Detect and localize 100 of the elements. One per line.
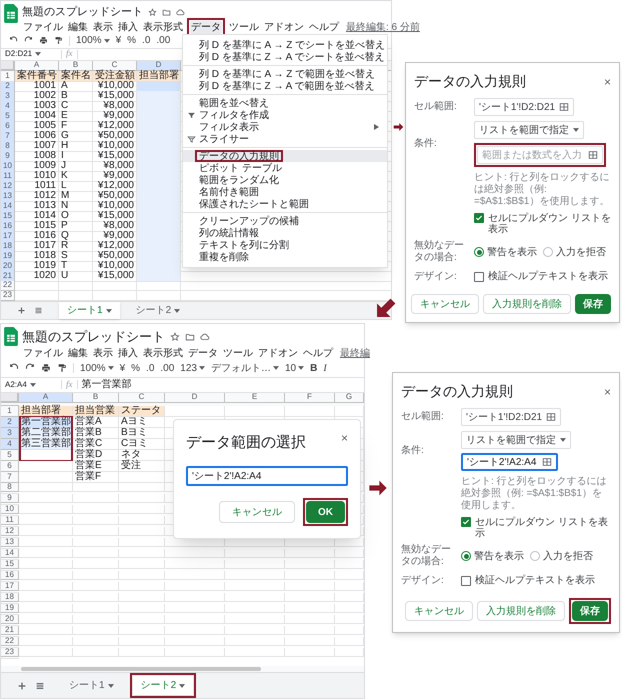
table-cell[interactable]: E (59, 110, 93, 122)
primary-button[interactable]: 保存 (572, 601, 608, 621)
table-cell[interactable] (335, 406, 364, 416)
row-header[interactable]: 22 (1, 280, 15, 290)
checkbox[interactable] (461, 517, 471, 527)
range-field[interactable]: 'シート1'!D2:D21 (461, 408, 562, 426)
folder-icon[interactable] (162, 8, 171, 17)
table-cell[interactable] (335, 636, 364, 646)
sheet-tab[interactable]: シート1 (61, 673, 122, 698)
toolbar-button[interactable]: .0 (146, 360, 154, 376)
row-header[interactable]: 9 (1, 150, 15, 162)
table-cell[interactable] (137, 280, 181, 290)
document-title[interactable]: 無題のスプレッドシート (22, 327, 165, 346)
menu-item[interactable]: 表示 (92, 20, 114, 34)
scrollbar[interactable] (21, 667, 261, 671)
table-cell[interactable] (19, 560, 73, 569)
range-field[interactable]: 'シート1'!D2:D21 (474, 98, 574, 116)
menu-item[interactable]: ピボット テーブル (183, 162, 387, 174)
toolbar-button[interactable]: .00 (160, 360, 174, 376)
table-cell[interactable] (19, 614, 73, 624)
table-cell[interactable] (225, 648, 285, 657)
italic-button[interactable]: I (323, 360, 327, 376)
sheet-tab[interactable]: シート1 (59, 302, 120, 319)
table-cell[interactable]: 1014 (15, 210, 59, 222)
table-cell[interactable] (285, 582, 335, 591)
table-cell[interactable] (19, 460, 73, 472)
table-cell[interactable] (165, 570, 225, 580)
table-cell[interactable] (285, 570, 335, 580)
column-header[interactable]: D (165, 392, 225, 403)
table-cell[interactable] (19, 494, 73, 503)
table-cell[interactable] (73, 560, 119, 569)
cloud-icon[interactable] (176, 8, 185, 17)
table-cell[interactable]: 1020 (15, 270, 59, 282)
close-button[interactable]: × (604, 76, 611, 88)
radio-button[interactable] (474, 247, 484, 257)
grid-icon[interactable] (559, 102, 570, 112)
toolbar-dropdown[interactable]: 100% (76, 33, 110, 48)
table-cell[interactable] (335, 614, 364, 624)
row-header[interactable]: 21 (1, 270, 15, 282)
table-cell[interactable] (285, 560, 335, 569)
table-cell[interactable]: P (59, 220, 93, 232)
last-edit-link[interactable]: 最終編 (340, 346, 370, 360)
table-cell[interactable]: 1010 (15, 170, 59, 182)
cloud-icon[interactable] (200, 332, 210, 342)
checkbox[interactable] (461, 576, 471, 586)
table-cell[interactable] (335, 582, 364, 591)
row-header[interactable]: 18 (1, 240, 15, 252)
row-header[interactable]: 5 (1, 450, 19, 460)
table-cell[interactable] (119, 636, 165, 646)
menu-item[interactable]: スライサー (183, 133, 387, 145)
row-header[interactable]: 14 (1, 200, 15, 212)
table-cell[interactable] (19, 592, 73, 602)
radio-button[interactable] (461, 551, 471, 561)
table-cell[interactable]: 1015 (15, 220, 59, 232)
menu-item[interactable]: 挿入 (117, 346, 139, 360)
table-cell[interactable] (19, 570, 73, 580)
table-cell[interactable] (19, 504, 73, 514)
table-cell[interactable]: 1003 (15, 100, 59, 112)
table-cell[interactable] (335, 604, 364, 613)
table-cell[interactable]: 1004 (15, 110, 59, 122)
table-cell[interactable] (73, 538, 119, 547)
menu-item[interactable]: 表示形式 (142, 346, 184, 360)
grid-icon[interactable] (588, 150, 598, 160)
row-header[interactable]: 1 (1, 406, 19, 416)
bold-button[interactable]: B (310, 360, 318, 376)
table-cell[interactable]: 受注 (119, 460, 165, 472)
select-all-corner[interactable] (1, 60, 15, 70)
table-cell[interactable] (119, 560, 165, 569)
table-cell[interactable]: A (59, 80, 93, 92)
table-cell[interactable]: Cヨミ (119, 438, 165, 450)
sheet-tab[interactable]: シート2 (132, 676, 194, 695)
column-header[interactable]: A (19, 392, 73, 403)
table-cell[interactable] (119, 538, 165, 547)
secondary-button[interactable]: キャンセル (405, 601, 473, 621)
row-header[interactable]: 7 (1, 472, 19, 482)
table-cell[interactable]: 1016 (15, 230, 59, 242)
row-header[interactable]: 1 (1, 70, 15, 82)
menu-item[interactable]: ツール (222, 346, 254, 360)
table-cell[interactable]: 営業E (73, 460, 119, 472)
menu-item[interactable]: ヘルプ (308, 20, 340, 34)
menu-item[interactable]: 保護されたシートと範囲 (183, 198, 387, 210)
criteria-dropdown[interactable]: リストを範囲で指定 (474, 121, 584, 139)
table-cell[interactable] (225, 560, 285, 569)
menu-item[interactable]: ツール (228, 20, 260, 34)
table-cell[interactable] (335, 560, 364, 569)
table-cell[interactable] (335, 648, 364, 657)
row-header[interactable]: 2 (1, 416, 19, 428)
table-cell[interactable]: 1007 (15, 140, 59, 152)
table-cell[interactable] (119, 626, 165, 635)
toolbar-button[interactable]: % (127, 33, 136, 48)
close-button[interactable]: × (604, 386, 611, 398)
table-cell[interactable]: J (59, 160, 93, 172)
sheet-tab[interactable]: シート2 (128, 302, 188, 319)
table-cell[interactable]: 営業D (73, 450, 119, 460)
name-box[interactable]: A2:A4 (5, 378, 57, 390)
table-cell[interactable] (73, 592, 119, 602)
criteria-dropdown[interactable]: リストを範囲で指定 (461, 431, 571, 449)
table-cell[interactable] (19, 538, 73, 547)
table-cell[interactable]: 1013 (15, 200, 59, 212)
table-cell[interactable]: L (59, 180, 93, 192)
